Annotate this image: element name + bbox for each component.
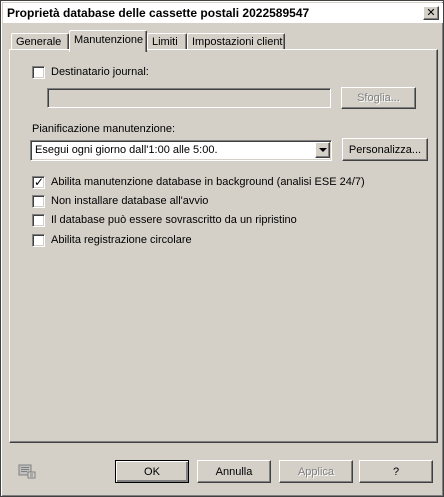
journal-recipient-label: Destinatario journal: — [51, 66, 149, 78]
journal-recipient-field — [47, 88, 331, 108]
background-maintenance-label: Abilita manutenzione database in backgro… — [51, 176, 365, 188]
close-button[interactable]: ✕ — [423, 6, 439, 20]
tab-label: Manutenzione — [74, 34, 144, 46]
schedule-selected-value: Esegui ogni giorno dall'1:00 alle 5:00. — [35, 144, 218, 156]
no-mount-at-startup-checkbox[interactable] — [32, 195, 45, 208]
browse-button[interactable]: Sfoglia... — [341, 87, 416, 109]
tab-generale[interactable]: Generale — [11, 33, 69, 50]
title-bar: Proprietà database delle cassette postal… — [3, 3, 443, 23]
help-button[interactable]: ? — [359, 460, 433, 483]
tab-limiti[interactable]: Limiti — [147, 33, 187, 50]
tab-impostazioni-client[interactable]: Impostazioni client — [187, 33, 285, 50]
browse-button-label: Sfoglia... — [357, 92, 400, 104]
apply-button-label: Applica — [297, 466, 335, 478]
checkmark-icon: ✓ — [34, 175, 45, 189]
no-mount-at-startup-label: Non installare database all'avvio — [51, 195, 209, 207]
help-button-label: ? — [392, 466, 400, 478]
customize-button[interactable]: Personalizza... — [342, 138, 428, 161]
background-maintenance-checkbox[interactable]: ✓ — [32, 175, 45, 189]
ok-button-label: OK — [144, 466, 160, 478]
tab-label: Limiti — [152, 36, 178, 48]
apply-button[interactable]: Applica — [279, 460, 353, 483]
properties-help-icon — [18, 464, 36, 479]
cancel-button[interactable]: Annulla — [197, 460, 271, 483]
tab-label: Impostazioni client — [192, 36, 283, 48]
window-title: Proprietà database delle cassette postal… — [7, 6, 310, 20]
journal-recipient-checkbox[interactable] — [32, 66, 45, 79]
tab-label: Generale — [16, 36, 62, 48]
maintenance-tab-panel: Destinatario journal: Sfoglia... Pianifi… — [9, 49, 438, 443]
circular-logging-checkbox[interactable] — [32, 234, 45, 247]
tab-manutenzione[interactable]: Manutenzione — [69, 30, 147, 52]
customize-button-label: Personalizza... — [348, 144, 422, 156]
overwrite-by-restore-label: Il database può essere sovrascritto da u… — [51, 214, 297, 226]
chevron-down-icon[interactable] — [315, 142, 330, 158]
cancel-button-label: Annulla — [215, 466, 253, 478]
overwrite-by-restore-checkbox[interactable] — [32, 214, 45, 227]
schedule-label: Pianificazione manutenzione: — [32, 123, 176, 135]
circular-logging-label: Abilita registrazione circolare — [51, 234, 192, 246]
ok-button[interactable]: OK — [115, 460, 189, 483]
properties-dialog: Proprietà database delle cassette postal… — [0, 0, 444, 497]
schedule-dropdown[interactable]: Esegui ogni giorno dall'1:00 alle 5:00. — [30, 140, 332, 161]
